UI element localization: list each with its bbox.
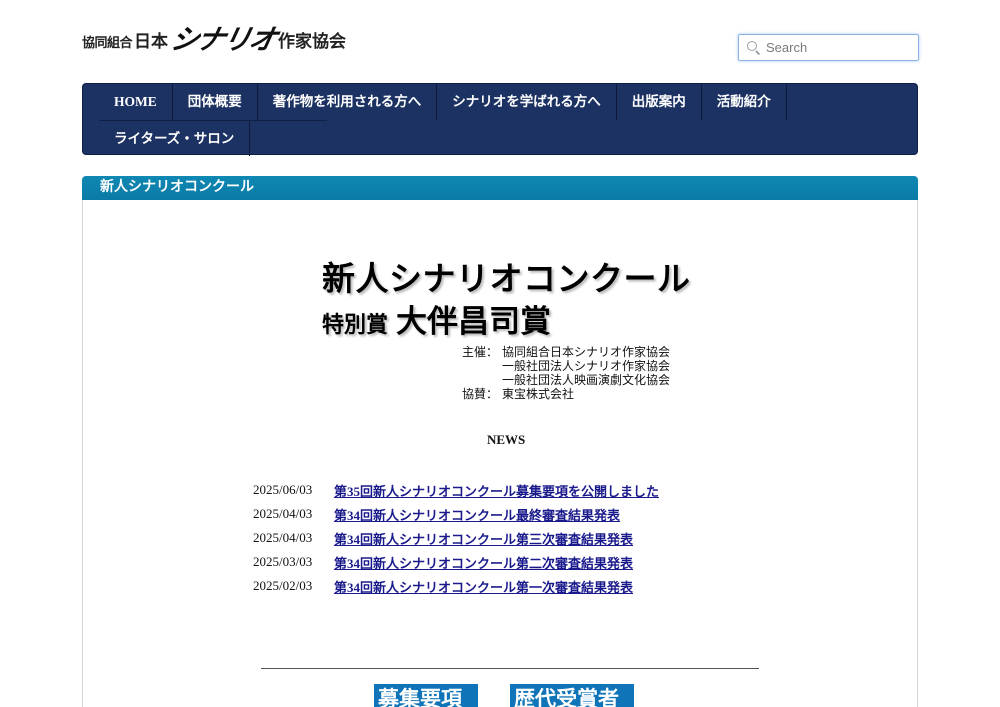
- support-label: 協賛：: [462, 387, 499, 401]
- host-name: 一般社団法人シナリオ作家協会: [502, 359, 671, 373]
- support-name: 東宝株式会社: [502, 387, 575, 401]
- nav-item-writers-salon[interactable]: ライターズ・サロン: [99, 121, 251, 156]
- news-item: 2025/04/03 第34回新人シナリオコンクール第三次審査結果発表: [253, 526, 659, 550]
- logo-suffix: 作家協会: [278, 32, 347, 52]
- section-title-bar: 新人シナリオコンクール: [82, 176, 918, 200]
- nav-item-publications[interactable]: 出版案内: [617, 84, 702, 120]
- news-link[interactable]: 第34回新人シナリオコンクール第三次審査結果発表: [334, 529, 633, 548]
- logo-prefix: 協同組合: [82, 36, 133, 51]
- site-logo[interactable]: 協同組合 日本 シナリオ 作家協会: [82, 22, 347, 56]
- news-date: 2025/06/03: [253, 482, 313, 497]
- search-icon: [747, 41, 760, 54]
- host-name: 協同組合日本シナリオ作家協会: [502, 345, 671, 359]
- search-box[interactable]: [738, 34, 919, 61]
- news-item: 2025/06/03 第35回新人シナリオコンクール募集要項を公開しました: [253, 478, 659, 502]
- news-item: 2025/04/03 第34回新人シナリオコンクール最終審査結果発表: [253, 502, 659, 526]
- news-item: 2025/02/03 第34回新人シナリオコンクール第一次審査結果発表: [253, 574, 659, 598]
- nav-row-2: ライターズ・サロン: [99, 120, 327, 156]
- host-label: 主催：: [462, 345, 499, 359]
- search-input[interactable]: [766, 40, 906, 55]
- news-link[interactable]: 第35回新人シナリオコンクール募集要項を公開しました: [334, 481, 659, 500]
- news-link[interactable]: 第34回新人シナリオコンクール第二次審査結果発表: [334, 553, 633, 572]
- nav-item-home[interactable]: HOME: [99, 84, 173, 120]
- nav-item-about[interactable]: 団体概要: [173, 84, 258, 120]
- logo-mid: 日本: [134, 32, 169, 52]
- news-list: 2025/06/03 第35回新人シナリオコンクール募集要項を公開しました 20…: [253, 478, 659, 598]
- nav-item-activities[interactable]: 活動紹介: [702, 84, 787, 120]
- news-date: 2025/03/03: [253, 554, 313, 569]
- news-date: 2025/04/03: [253, 530, 313, 545]
- hero-title: 新人シナリオコンクール: [322, 259, 691, 298]
- nav-row-1: HOME 団体概要 著作物を利用される方へ シナリオを学ばれる方へ 出版案内 活…: [99, 84, 787, 120]
- news-date: 2025/04/03: [253, 506, 313, 521]
- host-name: 一般社団法人映画演劇文化協会: [502, 373, 671, 387]
- news-date: 2025/02/03: [253, 578, 313, 593]
- news-heading: NEWS: [487, 432, 526, 447]
- past-winners-banner-button[interactable]: 歴代受賞者: [510, 684, 634, 707]
- news-link[interactable]: 第34回新人シナリオコンクール第一次審査結果発表: [334, 577, 633, 596]
- main-nav: HOME 団体概要 著作物を利用される方へ シナリオを学ばれる方へ 出版案内 活…: [82, 83, 918, 156]
- divider: [261, 668, 759, 669]
- nav-item-learners[interactable]: シナリオを学ばれる方へ: [437, 84, 617, 120]
- sponsors-block: 主催： 協同組合日本シナリオ作家協会 一般社団法人シナリオ作家協会 一般社団法人…: [462, 345, 670, 401]
- logo-main: シナリオ: [167, 23, 279, 56]
- hero-subtitle-small: 特別賞: [322, 313, 389, 338]
- nav-item-copyright-users[interactable]: 著作物を利用される方へ: [258, 84, 438, 120]
- news-link[interactable]: 第34回新人シナリオコンクール最終審査結果発表: [334, 505, 620, 524]
- guidelines-banner-button[interactable]: 募集要項: [374, 684, 478, 707]
- news-item: 2025/03/03 第34回新人シナリオコンクール第二次審査結果発表: [253, 550, 659, 574]
- hero-subtitle: 特別賞 大伴昌司賞: [322, 296, 551, 341]
- hero-subtitle-large: 大伴昌司賞: [396, 304, 552, 340]
